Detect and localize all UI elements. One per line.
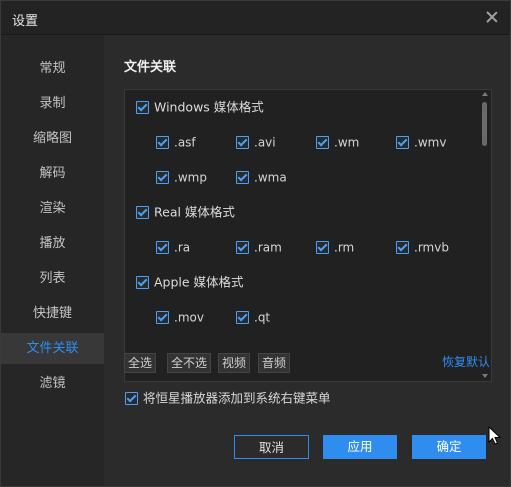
group-real-checkbox[interactable]: Real 媒体格式 bbox=[136, 204, 235, 220]
ext-label: .mov bbox=[174, 310, 204, 325]
group-apple-checkbox[interactable]: Apple 媒体格式 bbox=[136, 274, 244, 290]
sidebar-item-playback[interactable]: 播放 bbox=[1, 228, 104, 259]
ext-label: .qt bbox=[254, 310, 271, 325]
checkmark-icon bbox=[136, 101, 149, 114]
mouse-pointer-icon bbox=[488, 426, 502, 445]
ext-label: .rmvb bbox=[414, 240, 449, 255]
checkmark-icon bbox=[236, 311, 249, 324]
cancel-button[interactable]: 取消 bbox=[234, 435, 309, 459]
ext-label: .wma bbox=[254, 170, 287, 185]
sidebar-item-filters[interactable]: 滤镜 bbox=[1, 368, 104, 399]
title-bar: 设置 bbox=[1, 1, 510, 35]
sidebar-item-general[interactable]: 常规 bbox=[1, 53, 104, 84]
ext-checkbox[interactable]: .ra bbox=[156, 239, 190, 255]
window-title: 设置 bbox=[12, 14, 39, 29]
ext-label: .ram bbox=[254, 240, 282, 255]
select-none-button[interactable]: 全不选 bbox=[167, 353, 212, 373]
sidebar-item-record[interactable]: 录制 bbox=[1, 88, 104, 119]
ext-checkbox[interactable]: .wm bbox=[316, 134, 359, 150]
ext-checkbox[interactable]: .mov bbox=[156, 309, 204, 325]
ext-label: .avi bbox=[254, 135, 276, 150]
restore-default-link[interactable]: 恢复默认 bbox=[442, 353, 490, 370]
settings-dialog: 设置 常规 录制 缩略图 解码 渲染 播放 列表 快捷键 文件关联 滤镜 文件关… bbox=[0, 0, 511, 487]
checkmark-icon bbox=[236, 171, 249, 184]
ext-checkbox[interactable]: .ram bbox=[236, 239, 282, 255]
sidebar-item-hotkeys[interactable]: 快捷键 bbox=[1, 298, 104, 329]
main-panel: 文件关联 Windows 媒体格式 .asf .avi .wm .wmv .wm… bbox=[104, 35, 510, 486]
ext-checkbox[interactable]: .asf bbox=[156, 134, 196, 150]
scroll-up-icon[interactable] bbox=[482, 92, 488, 96]
group-windows-checkbox[interactable]: Windows 媒体格式 bbox=[136, 99, 264, 115]
group-label: Windows 媒体格式 bbox=[154, 99, 264, 115]
ext-label: .rm bbox=[334, 240, 355, 255]
sidebar-item-file-association[interactable]: 文件关联 bbox=[1, 333, 104, 364]
file-type-list: Windows 媒体格式 .asf .avi .wm .wmv .wmp .wm… bbox=[124, 89, 492, 382]
checkmark-icon bbox=[156, 241, 169, 254]
scroll-down-icon[interactable] bbox=[482, 374, 488, 378]
sidebar: 常规 录制 缩略图 解码 渲染 播放 列表 快捷键 文件关联 滤镜 bbox=[1, 35, 104, 486]
checkmark-icon bbox=[156, 311, 169, 324]
list-scrollbar[interactable] bbox=[479, 90, 491, 381]
checkmark-icon bbox=[396, 136, 409, 149]
ext-checkbox[interactable]: .rm bbox=[316, 239, 354, 255]
ext-checkbox[interactable]: .wmv bbox=[396, 134, 446, 150]
close-icon[interactable] bbox=[484, 9, 500, 25]
checkmark-icon bbox=[125, 392, 138, 405]
apply-button[interactable]: 应用 bbox=[323, 435, 397, 459]
checkmark-icon bbox=[156, 171, 169, 184]
checkmark-icon bbox=[236, 241, 249, 254]
checkmark-icon bbox=[316, 241, 329, 254]
ext-checkbox[interactable]: .rmvb bbox=[396, 239, 449, 255]
sidebar-item-thumbnail[interactable]: 缩略图 bbox=[1, 123, 104, 154]
sidebar-item-decode[interactable]: 解码 bbox=[1, 158, 104, 189]
ext-label: .wmp bbox=[174, 170, 207, 185]
select-all-button[interactable]: 全选 bbox=[124, 353, 157, 373]
ext-checkbox[interactable]: .qt bbox=[236, 309, 270, 325]
ok-button[interactable]: 确定 bbox=[412, 435, 486, 459]
checkmark-icon bbox=[396, 241, 409, 254]
sidebar-item-playlist[interactable]: 列表 bbox=[1, 263, 104, 294]
scroll-thumb[interactable] bbox=[482, 102, 487, 146]
section-title: 文件关联 bbox=[124, 60, 177, 75]
checkmark-icon bbox=[316, 136, 329, 149]
ext-label: .ra bbox=[174, 240, 191, 255]
ext-checkbox[interactable]: .avi bbox=[236, 134, 276, 150]
ext-checkbox[interactable]: .wma bbox=[236, 169, 287, 185]
context-menu-label: 将恒星播放器添加到系统右键菜单 bbox=[143, 390, 331, 406]
ext-checkbox[interactable]: .wmp bbox=[156, 169, 207, 185]
checkmark-icon bbox=[136, 276, 149, 289]
video-button[interactable]: 视频 bbox=[218, 353, 251, 373]
context-menu-checkbox[interactable]: 将恒星播放器添加到系统右键菜单 bbox=[125, 390, 331, 406]
ext-label: .wmv bbox=[414, 135, 447, 150]
group-label: Real 媒体格式 bbox=[154, 204, 235, 220]
ext-label: .asf bbox=[174, 135, 196, 150]
checkmark-icon bbox=[236, 136, 249, 149]
group-label: Apple 媒体格式 bbox=[154, 274, 244, 290]
checkmark-icon bbox=[156, 136, 169, 149]
checkmark-icon bbox=[136, 206, 149, 219]
ext-label: .wm bbox=[334, 135, 360, 150]
audio-button[interactable]: 音频 bbox=[258, 353, 291, 373]
sidebar-item-render[interactable]: 渲染 bbox=[1, 193, 104, 224]
